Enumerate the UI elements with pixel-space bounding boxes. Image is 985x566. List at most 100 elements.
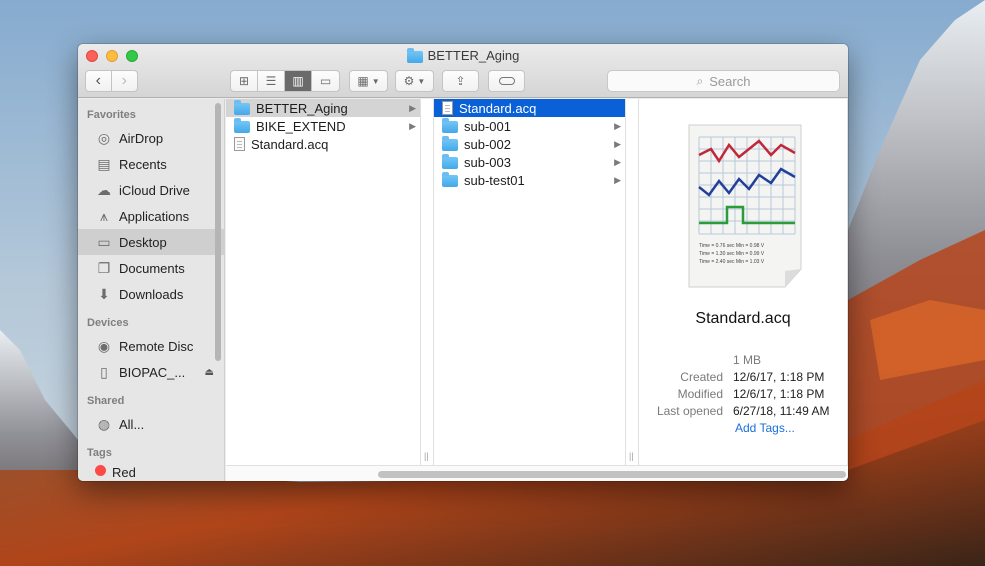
title-bar: BETTER_Aging ‹ › ⊞ ☰ ▥ ▭ ▦ ▼ ⚙ ▼ ⇪ ⌕ Searc… (78, 44, 848, 98)
sidebar-item-documents[interactable]: ❐ Documents (78, 255, 224, 281)
disclosure-arrow-icon: ▶ (614, 156, 621, 167)
sidebar: Favorites ◎ AirDrop ▤ Recents ☁ iCloud D… (78, 99, 225, 481)
sidebar-item-label: All... (119, 416, 145, 432)
horizontal-scrollbar[interactable] (226, 465, 848, 481)
sidebar-item-biopac[interactable]: ▯ BIOPAC_... ⏏ (78, 359, 224, 385)
tag-icon (498, 77, 515, 85)
column-view-button[interactable]: ▥ (285, 71, 312, 91)
sidebar-item-remote-disc[interactable]: ◉ Remote Disc (78, 333, 224, 359)
disclosure-arrow-icon: ▶ (409, 102, 416, 113)
disclosure-arrow-icon: ▶ (409, 120, 416, 131)
search-icon: ⌕ (696, 73, 704, 88)
gallery-view-button[interactable]: ▭ (312, 71, 339, 91)
list-item[interactable]: sub-002 ▶ (434, 135, 625, 153)
applications-icon: ⩚ (100, 207, 108, 224)
network-icon: ◍ (97, 415, 111, 432)
sidebar-item-all[interactable]: ◍ All... (78, 411, 224, 437)
thumb-line-1: Time = 0.76 sec Min = 0.98 V (699, 243, 765, 249)
favorites-header: Favorites (87, 109, 136, 121)
forward-button[interactable]: › (112, 71, 137, 91)
sidebar-item-icloud-drive[interactable]: ☁ iCloud Drive (78, 177, 224, 203)
folder-icon (442, 136, 458, 151)
meta-created: 12/6/17, 1:18 PM (733, 370, 825, 384)
action-button[interactable]: ⚙ ▼ (395, 70, 434, 92)
item-name: Standard.acq (459, 100, 537, 116)
sidebar-item-desktop[interactable]: ▭ Desktop (78, 229, 224, 255)
meta-modified-label: Modified (677, 387, 723, 401)
meta-modified: 12/6/17, 1:18 PM (733, 387, 825, 401)
sidebar-item-label: Remote Disc (119, 338, 194, 354)
window-title: BETTER_Aging (78, 47, 848, 63)
preview-file-name: Standard.acq (695, 310, 791, 327)
sidebar-item-label: AirDrop (119, 130, 164, 146)
sidebar-item-label: BIOPAC_... (119, 364, 186, 380)
chevron-down-icon: ▼ (371, 76, 380, 86)
folder-icon (442, 118, 458, 133)
sidebar-item-tag-red[interactable]: Red (78, 463, 224, 477)
documents-icon: ❐ (97, 259, 111, 276)
arrange-button[interactable]: ▦ ▼ (349, 70, 388, 92)
thumb-line-3: Time = 2.40 sec Min = 1.03 V (699, 259, 765, 265)
finder-window: BETTER_Aging ‹ › ⊞ ☰ ▥ ▭ ▦ ▼ ⚙ ▼ ⇪ ⌕ Searc… (78, 44, 848, 481)
desktop-icon: ▭ (97, 233, 111, 250)
sidebar-scrollbar[interactable] (215, 103, 221, 361)
document-icon (442, 101, 453, 115)
list-item[interactable]: sub-test01 ▶ (434, 171, 625, 189)
tags-button[interactable] (488, 70, 525, 92)
sidebar-item-airdrop[interactable]: ◎ AirDrop (78, 125, 224, 151)
back-button[interactable]: ‹ (86, 71, 112, 91)
item-name: Standard.acq (251, 136, 329, 152)
chevron-right-icon: › (121, 72, 127, 89)
list-item[interactable]: BIKE_EXTEND ▶ (226, 117, 420, 135)
sidebar-item-label: Documents (119, 260, 185, 276)
list-item[interactable]: BETTER_Aging ▶ (226, 99, 420, 117)
scrollbar-thumb[interactable] (378, 471, 846, 478)
downloads-icon: ⬇ (98, 285, 110, 302)
eject-icon[interactable]: ⏏ (205, 367, 214, 378)
document-icon (234, 137, 245, 151)
search-field[interactable]: ⌕ Search (607, 70, 840, 92)
devices-header: Devices (87, 317, 129, 329)
sidebar-item-applications[interactable]: ⩚ Applications (78, 203, 224, 229)
shared-header: Shared (87, 395, 125, 407)
file-thumbnail: Time = 0.76 sec Min = 0.98 V Time = 1.30… (681, 119, 809, 294)
preview-pane: Time = 0.76 sec Min = 0.98 V Time = 1.30… (639, 99, 848, 465)
sidebar-item-recents[interactable]: ▤ Recents (78, 151, 224, 177)
meta-created-label: Created (680, 370, 723, 384)
list-item[interactable]: Standard.acq (226, 135, 420, 153)
tags-header: Tags (87, 447, 112, 459)
disclosure-arrow-icon: ▶ (614, 120, 621, 131)
share-button[interactable]: ⇪ (442, 70, 479, 92)
column-resize-handle[interactable]: || (626, 99, 639, 465)
view-mode-control: ⊞ ☰ ▥ ▭ (230, 70, 340, 92)
list-item[interactable]: Standard.acq (434, 99, 625, 117)
chevron-down-icon: ▼ (417, 76, 426, 86)
disclosure-arrow-icon: ▶ (614, 174, 621, 185)
sidebar-item-label: Applications (119, 208, 190, 224)
airdrop-icon: ◎ (97, 129, 111, 146)
item-name: BIKE_EXTEND (256, 118, 346, 134)
sidebar-item-label: Red (112, 465, 136, 477)
column-2: Standard.acq sub-001 ▶ sub-002 ▶ sub-003… (434, 99, 626, 465)
sidebar-item-label: Recents (119, 156, 167, 172)
back-forward-control: ‹ › (85, 70, 138, 92)
list-view-icon: ☰ (265, 74, 277, 88)
folder-icon (234, 118, 250, 133)
cloud-icon: ☁ (97, 181, 111, 198)
item-name: BETTER_Aging (256, 100, 348, 116)
item-name: sub-test01 (464, 172, 525, 188)
list-item[interactable]: sub-001 ▶ (434, 117, 625, 135)
add-tags-link[interactable]: Add Tags... (735, 421, 795, 435)
icon-view-button[interactable]: ⊞ (231, 71, 258, 91)
share-icon: ⇪ (455, 74, 466, 88)
meta-last-opened-label: Last opened (656, 404, 723, 418)
meta-size: 1 MB (733, 353, 762, 367)
group-icon: ▦ (357, 74, 369, 88)
sidebar-item-downloads[interactable]: ⬇ Downloads (78, 281, 224, 307)
column-resize-handle[interactable]: || (421, 99, 434, 465)
sidebar-item-label: iCloud Drive (119, 182, 190, 198)
list-item[interactable]: sub-003 ▶ (434, 153, 625, 171)
red-tag-icon (95, 465, 106, 476)
gear-icon: ⚙ (403, 74, 415, 88)
list-view-button[interactable]: ☰ (258, 71, 285, 91)
